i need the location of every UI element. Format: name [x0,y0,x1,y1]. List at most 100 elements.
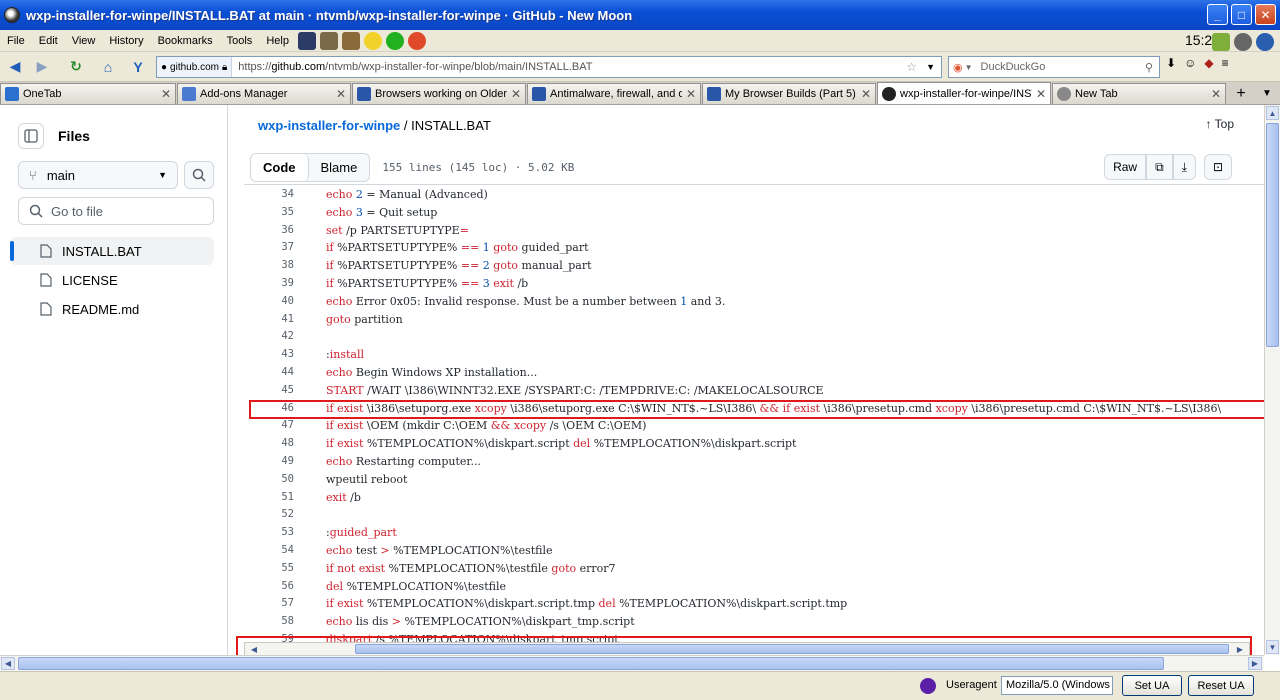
menu-help[interactable]: Help [259,35,296,47]
line-number[interactable]: 40 [244,295,294,312]
line-number[interactable]: 53 [244,526,294,543]
menu-list-icon[interactable]: ≡ [1222,56,1229,70]
code-scroll-thumb[interactable] [355,644,1229,654]
forward-button[interactable]: ▶ [30,55,54,79]
tab-browsers-working[interactable]: Browsers working on Older NT- ✕ [352,83,526,104]
raw-button[interactable]: Raw [1104,154,1147,180]
close-tab-icon[interactable]: ✕ [1036,87,1046,101]
tab-list-dropdown-icon[interactable]: ▼ [1255,83,1279,104]
archive-icon[interactable] [319,31,338,50]
bookmark-y-button[interactable]: Y [126,55,150,79]
line-number[interactable]: 36 [244,224,294,241]
line-number[interactable]: 57 [244,597,294,614]
bookmark-star-icon[interactable]: ☆ [906,60,917,74]
line-number[interactable]: 51 [244,491,294,508]
line-number[interactable]: 52 [244,508,294,525]
close-tab-icon[interactable]: ✕ [161,87,171,101]
tab-addons-manager[interactable]: Add-ons Manager ✕ [177,83,351,104]
line-number[interactable]: 44 [244,366,294,383]
lightbulb-icon[interactable] [363,31,382,50]
repo-link[interactable]: wxp-installer-for-winpe [258,118,400,133]
search-engine-dropdown-icon[interactable]: ▼ [965,63,973,72]
extension-icon[interactable] [1212,33,1230,51]
search-input[interactable]: DuckDuckGo [981,61,1046,73]
set-ua-button[interactable]: Set UA [1122,675,1182,696]
close-tab-icon[interactable]: ✕ [336,87,346,101]
green-circle-icon[interactable] [385,31,404,50]
line-number[interactable]: 45 [244,384,294,401]
line-number[interactable]: 38 [244,259,294,276]
search-icon[interactable]: ⚲ [1145,61,1153,74]
library-icon[interactable] [341,31,360,50]
download-icon[interactable]: ⬇ [1166,56,1176,70]
scroll-left-icon[interactable]: ◀ [247,643,261,655]
line-number[interactable]: 34 [244,188,294,205]
sync-icon[interactable] [1256,33,1274,51]
close-tab-icon[interactable]: ✕ [861,87,871,101]
line-number[interactable]: 49 [244,455,294,472]
tab-my-browser-builds[interactable]: My Browser Builds (Part 5) - Pa ✕ [702,83,876,104]
close-window-button[interactable]: ✕ [1255,4,1276,25]
scroll-up-icon[interactable]: ▲ [1266,106,1279,120]
tab-github-install-bat[interactable]: wxp-installer-for-winpe/INSTAL ✕ [877,82,1051,104]
line-number[interactable]: 37 [244,241,294,258]
scroll-right-icon[interactable]: ▶ [1248,657,1262,670]
file-item-install-bat[interactable]: INSTALL.BAT [10,237,214,265]
line-number[interactable]: 43 [244,348,294,365]
scroll-left-icon[interactable]: ◀ [1,657,15,670]
url-dropdown-icon[interactable]: ▼ [926,62,935,72]
scroll-down-icon[interactable]: ▼ [1266,640,1279,654]
search-bar[interactable]: ◉ ▼ DuckDuckGo ⚲ [948,56,1160,78]
line-number[interactable]: 41 [244,313,294,330]
download-button[interactable]: ⤓ [1172,154,1196,180]
branch-selector[interactable]: ⑂ main ▼ [18,161,178,189]
maximize-button[interactable]: □ [1231,4,1252,25]
file-item-readme[interactable]: README.md [10,295,214,323]
tab-blame[interactable]: Blame [309,154,370,181]
save-page-icon[interactable] [297,31,316,50]
go-to-file-input[interactable]: Go to file [18,197,214,225]
home-button[interactable]: ⌂ [96,55,120,79]
tab-new-tab[interactable]: New Tab ✕ [1052,83,1226,104]
line-number[interactable]: 50 [244,473,294,490]
menu-history[interactable]: History [102,35,150,47]
collapse-panel-icon[interactable] [18,123,44,149]
menu-view[interactable]: View [65,35,103,47]
line-number[interactable]: 42 [244,330,294,347]
line-number[interactable]: 39 [244,277,294,294]
new-tab-button[interactable]: + [1229,83,1253,104]
ublock-icon[interactable]: ◆ [1204,56,1213,70]
addon-icon[interactable] [407,31,426,50]
file-item-license[interactable]: LICENSE [10,266,214,294]
line-number[interactable]: 55 [244,562,294,579]
page-scroll-thumb[interactable] [1266,123,1279,347]
reload-button[interactable]: ↻ [64,55,88,79]
url-bar[interactable]: ● github.com 🔒︎ https://github.com/ntvmb… [156,56,942,78]
url-text[interactable]: https://github.com/ntvmb/wxp-installer-f… [232,61,592,73]
line-number[interactable]: 58 [244,615,294,632]
page-hscroll-thumb[interactable] [18,657,1164,670]
code-horizontal-scrollbar[interactable]: ◀ ▶ [244,642,1250,655]
trash-icon[interactable] [1234,33,1252,51]
line-number[interactable]: 35 [244,206,294,223]
page-vertical-scrollbar[interactable]: ▲ ▼ [1264,105,1280,655]
reset-ua-button[interactable]: Reset UA [1188,675,1254,696]
minimize-button[interactable]: _ [1207,4,1228,25]
symbols-button[interactable]: ⊡ [1204,154,1232,180]
menu-bookmarks[interactable]: Bookmarks [151,35,220,47]
tab-onetab[interactable]: OneTab ✕ [0,83,176,104]
close-tab-icon[interactable]: ✕ [686,87,696,101]
tab-code[interactable]: Code [251,153,309,181]
menu-file[interactable]: File [0,35,32,47]
site-identity[interactable]: ● github.com 🔒︎ [157,57,233,77]
line-number[interactable]: 48 [244,437,294,454]
copy-button[interactable]: ⧉ [1146,154,1173,180]
page-horizontal-scrollbar[interactable]: ◀ ▶ [0,655,1264,671]
tab-antimalware[interactable]: Antimalware, firewall, and othe ✕ [527,83,701,104]
search-files-button[interactable] [184,161,214,189]
scroll-right-icon[interactable]: ▶ [1233,643,1247,655]
close-tab-icon[interactable]: ✕ [1211,87,1221,101]
menu-edit[interactable]: Edit [32,35,65,47]
line-number[interactable]: 56 [244,580,294,597]
top-link[interactable]: ↑ Top [1206,117,1234,131]
